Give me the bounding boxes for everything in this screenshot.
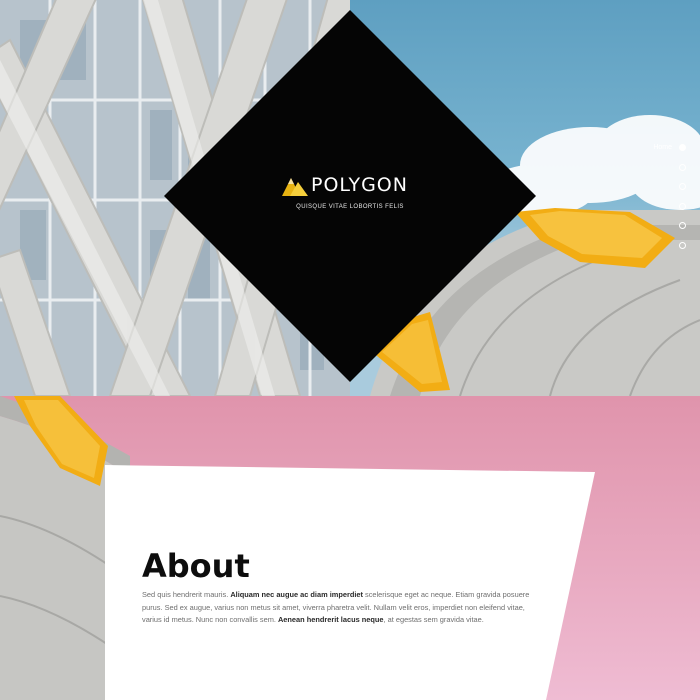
about-text-bold-run: Aliquam nec augue ac diam imperdiet xyxy=(230,590,363,599)
about-title: About xyxy=(142,547,250,585)
nav-item-home[interactable]: Home xyxy=(606,143,686,163)
page: POLYGON QUISQUE VITAE LOBORTIS FELIS Hom… xyxy=(0,0,700,700)
about-section xyxy=(0,396,700,700)
about-paragraph: Sed quis hendrerit mauris. Aliquam nec a… xyxy=(142,589,534,627)
nav-item-5[interactable] xyxy=(606,221,686,241)
nav-item-3[interactable] xyxy=(606,182,686,202)
hero-section: POLYGON QUISQUE VITAE LOBORTIS FELIS Hom… xyxy=(0,0,700,396)
nav-dot[interactable] xyxy=(679,222,686,229)
nav-dot[interactable] xyxy=(679,202,686,210)
about-text-bold-run: Aenean hendrerit lacus neque xyxy=(277,615,384,624)
brand[interactable]: POLYGON xyxy=(282,172,442,198)
mountain-logo-icon xyxy=(282,178,308,196)
side-nav: Home xyxy=(606,143,686,260)
about-text-run: , at egestas sem gravida vitae. xyxy=(383,615,484,624)
brand-name: POLYGON xyxy=(311,174,408,196)
nav-dot[interactable] xyxy=(679,163,686,171)
about-text-run: Sed quis hendrerit mauris. xyxy=(142,590,231,599)
nav-dot[interactable] xyxy=(679,183,686,190)
nav-item-2[interactable] xyxy=(606,163,686,183)
nav-item-label: Home xyxy=(653,144,672,151)
nav-item-6[interactable] xyxy=(606,241,686,261)
nav-item-4[interactable] xyxy=(606,202,686,222)
brand-tagline: QUISQUE VITAE LOBORTIS FELIS xyxy=(296,204,404,210)
nav-dot-active[interactable] xyxy=(679,144,686,151)
nav-dot[interactable] xyxy=(679,241,686,249)
